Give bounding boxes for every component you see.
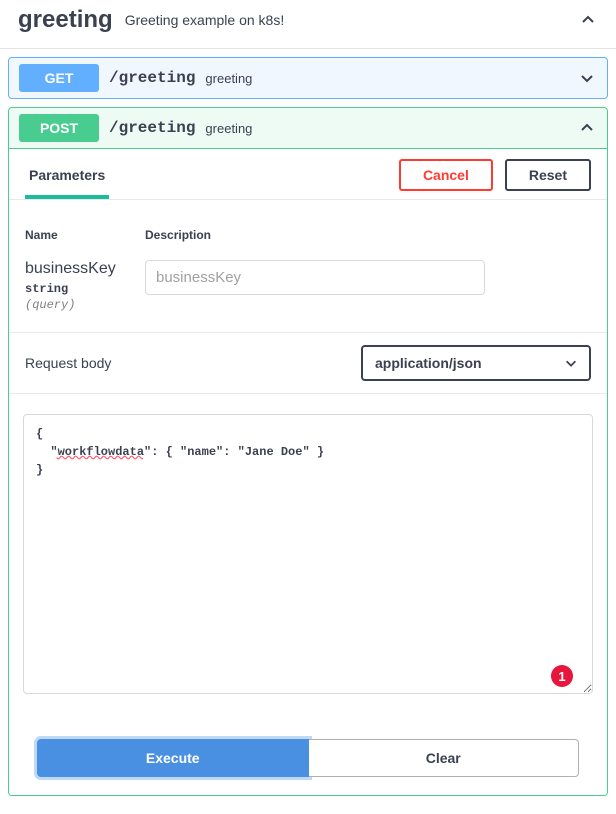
column-header-name: Name: [25, 228, 145, 242]
chevron-down-icon: [577, 68, 597, 88]
table-row: businessKey string (query): [25, 260, 591, 312]
operation-post-greeting: POST /greeting greeting Parameters Cance…: [8, 107, 608, 796]
method-badge-get: GET: [19, 64, 99, 92]
operation-get-greeting: GET /greeting greeting: [8, 57, 608, 99]
operation-summary-text: greeting: [205, 121, 577, 136]
chevron-up-icon: [577, 118, 597, 138]
parameters-tab[interactable]: Parameters: [25, 159, 109, 199]
parameters-table: Name Description businessKey string (que…: [9, 200, 607, 332]
tag-description: Greeting example on k8s!: [125, 12, 578, 28]
tag-header[interactable]: greeting Greeting example on k8s!: [0, 0, 616, 49]
operation-body: Parameters Cancel Reset Name Description…: [9, 148, 607, 795]
method-badge-post: POST: [19, 114, 99, 142]
tag-title: greeting: [18, 6, 113, 34]
operation-summary-text: greeting: [205, 71, 577, 86]
cancel-button[interactable]: Cancel: [399, 159, 493, 191]
parameter-in: (query): [25, 298, 145, 312]
operation-summary[interactable]: GET /greeting greeting: [9, 58, 607, 98]
request-body-header: Request body application/json: [9, 332, 607, 394]
request-body-label: Request body: [25, 355, 361, 371]
execute-row: Execute Clear: [9, 709, 607, 795]
clear-button[interactable]: Clear: [309, 739, 580, 777]
operation-path: /greeting: [109, 69, 195, 87]
operation-path: /greeting: [109, 119, 195, 137]
callout-badge: 1: [551, 665, 573, 687]
reset-button[interactable]: Reset: [505, 159, 591, 191]
operation-summary[interactable]: POST /greeting greeting: [9, 108, 607, 148]
businesskey-input[interactable]: [145, 260, 485, 295]
parameter-name: businessKey: [25, 260, 145, 278]
column-header-description: Description: [145, 228, 591, 242]
request-body-editor[interactable]: [23, 414, 593, 694]
chevron-up-icon: [578, 10, 598, 30]
parameter-type: string: [25, 282, 145, 296]
parameters-header: Parameters Cancel Reset: [9, 149, 607, 200]
content-type-select[interactable]: application/json: [361, 345, 591, 381]
execute-button[interactable]: Execute: [37, 739, 309, 777]
